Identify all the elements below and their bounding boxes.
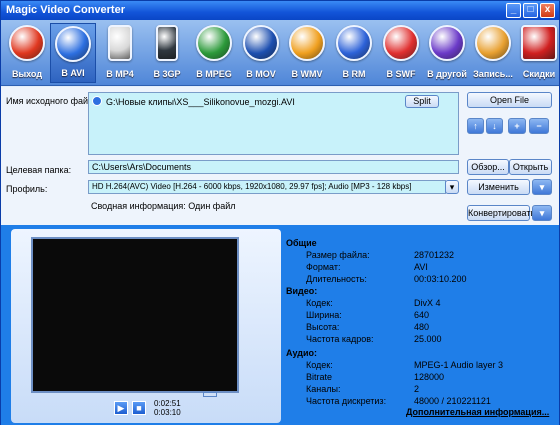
- video-screen: [31, 237, 239, 393]
- info-section-title: Видео:: [286, 286, 318, 296]
- info-text: Частота дискретиз:: [306, 396, 387, 406]
- toolbar-item-0[interactable]: Выход: [4, 23, 50, 83]
- toolbar-item-label: В AVI: [61, 68, 85, 78]
- info-text: Формат:: [306, 262, 341, 272]
- toolbar: Выход В AVI В MP4 В 3GP В MPEG В MOV В WMV В RM…: [1, 20, 559, 86]
- info-text: Размер файла:: [306, 250, 370, 260]
- move-up-button[interactable]: ↑: [467, 118, 484, 134]
- window-title: Magic Video Converter: [6, 4, 125, 16]
- info-value: 25.000: [414, 334, 442, 344]
- profile-dropdown-button[interactable]: ▾: [445, 180, 459, 194]
- maximize-button[interactable]: □: [523, 3, 538, 18]
- play-icon: [55, 26, 91, 62]
- toolbar-item-4[interactable]: В MPEG: [191, 23, 237, 83]
- info-value: 2: [414, 384, 420, 394]
- toolbar-item-label: Скидки: [522, 69, 556, 79]
- quicktime-icon: [243, 25, 279, 61]
- more-info-link[interactable]: Дополнительная информация...: [406, 407, 549, 417]
- source-file-list[interactable]: G:\Новые клипы\XS___Silikonovue_mozgi.AV…: [88, 92, 459, 155]
- convert-button[interactable]: Конвертировать: [467, 205, 535, 221]
- title-bar: Magic Video Converter _ □ x: [1, 1, 559, 20]
- profile-select[interactable]: HD H.264(AVC) Video [H.264 - 6000 kbps, …: [88, 180, 446, 194]
- open-folder-button[interactable]: Открыть: [509, 159, 552, 175]
- remove-file-button[interactable]: −: [529, 118, 549, 134]
- toolbar-item-label: В другой: [427, 69, 467, 79]
- target-folder-label: Целевая папка:: [6, 165, 72, 175]
- play-icon: [429, 25, 465, 61]
- toolbar-item-1[interactable]: В AVI: [50, 23, 96, 83]
- toolbar-item-6[interactable]: В WMV: [284, 23, 330, 83]
- burn-icon: [475, 25, 511, 61]
- toolbar-item-label: Выход: [11, 69, 43, 79]
- camera-icon: [196, 25, 232, 61]
- add-file-button[interactable]: +: [508, 118, 526, 134]
- toolbar-item-2[interactable]: В MP4: [97, 23, 143, 83]
- ipod-icon: [108, 25, 132, 61]
- phone-icon: [156, 25, 178, 61]
- power-icon: [9, 25, 45, 61]
- convert-dropdown-button[interactable]: ▾: [532, 205, 552, 221]
- info-value: 00:03:10.200: [414, 274, 467, 284]
- minimize-button[interactable]: _: [506, 3, 521, 18]
- info-text: Ширина:: [306, 310, 342, 320]
- info-text: Каналы:: [306, 384, 341, 394]
- toolbar-item-label: В RM: [342, 69, 366, 79]
- change-dropdown-button[interactable]: ▾: [532, 179, 552, 195]
- info-value: DivX 4: [414, 298, 441, 308]
- toolbar-item-10[interactable]: Запись...: [470, 23, 516, 83]
- video-file-icon: [92, 96, 102, 106]
- move-down-button[interactable]: ↓: [486, 118, 503, 134]
- source-file-path: G:\Новые клипы\XS___Silikonovue_mozgi.AV…: [106, 97, 295, 107]
- source-label: Имя исходного файла:: [6, 96, 101, 106]
- box-icon: [521, 25, 557, 61]
- target-folder-input[interactable]: C:\Users\Ars\Documents: [88, 160, 459, 174]
- toolbar-item-3[interactable]: В 3GP: [144, 23, 190, 83]
- summary-text: Сводная информация: Один файл: [91, 201, 236, 211]
- wmp-icon: [289, 25, 325, 61]
- toolbar-item-8[interactable]: В SWF: [378, 23, 424, 83]
- play-button[interactable]: ▶: [114, 401, 128, 415]
- flash-icon: [383, 25, 419, 61]
- toolbar-item-label: В SWF: [386, 69, 416, 79]
- current-time: 0:02:51: [154, 399, 181, 408]
- stop-button[interactable]: ■: [132, 401, 146, 415]
- info-text: Высота:: [306, 322, 340, 332]
- info-text: Кодек:: [306, 360, 333, 370]
- toolbar-item-label: В MP4: [106, 69, 134, 79]
- app-window: Magic Video Converter _ □ x Выход В AVI В …: [0, 0, 560, 425]
- toolbar-item-label: Запись...: [473, 69, 513, 79]
- info-value: 48000 / 210221121: [414, 396, 491, 406]
- toolbar-item-11[interactable]: Скидки: [516, 23, 560, 83]
- info-text: Bitrate: [306, 372, 333, 382]
- toolbar-item-7[interactable]: В RM: [331, 23, 377, 83]
- toolbar-item-9[interactable]: В другой: [424, 23, 470, 83]
- info-text: Кодек:: [306, 298, 333, 308]
- toolbar-item-label: В WMV: [291, 69, 323, 79]
- info-value: 28701232: [414, 250, 455, 260]
- real-icon: [336, 25, 372, 61]
- browse-button[interactable]: Обзор...: [467, 159, 509, 175]
- toolbar-item-label: В MPEG: [196, 69, 232, 79]
- info-text: Частота кадров:: [306, 334, 374, 344]
- info-text: Длительность:: [306, 274, 367, 284]
- info-value: AVI: [414, 262, 428, 272]
- close-button[interactable]: x: [540, 3, 555, 18]
- toolbar-item-label: В MOV: [246, 69, 276, 79]
- seek-slider-handle[interactable]: [203, 392, 217, 397]
- profile-label: Профиль:: [6, 184, 48, 194]
- info-section-title: Общие: [286, 238, 317, 248]
- info-value: 128000: [414, 372, 445, 382]
- info-value: 640: [414, 310, 430, 320]
- change-profile-button[interactable]: Изменить: [467, 179, 530, 195]
- info-value: MPEG-1 Audio layer 3: [414, 360, 504, 370]
- info-value: 480: [414, 322, 430, 332]
- total-time: 0:03:10: [154, 408, 181, 417]
- toolbar-item-5[interactable]: В MOV: [238, 23, 284, 83]
- toolbar-item-label: В 3GP: [153, 69, 181, 79]
- split-button[interactable]: Split: [405, 95, 439, 108]
- open-file-button[interactable]: Open File: [467, 92, 552, 108]
- info-section-title: Аудио:: [286, 348, 318, 358]
